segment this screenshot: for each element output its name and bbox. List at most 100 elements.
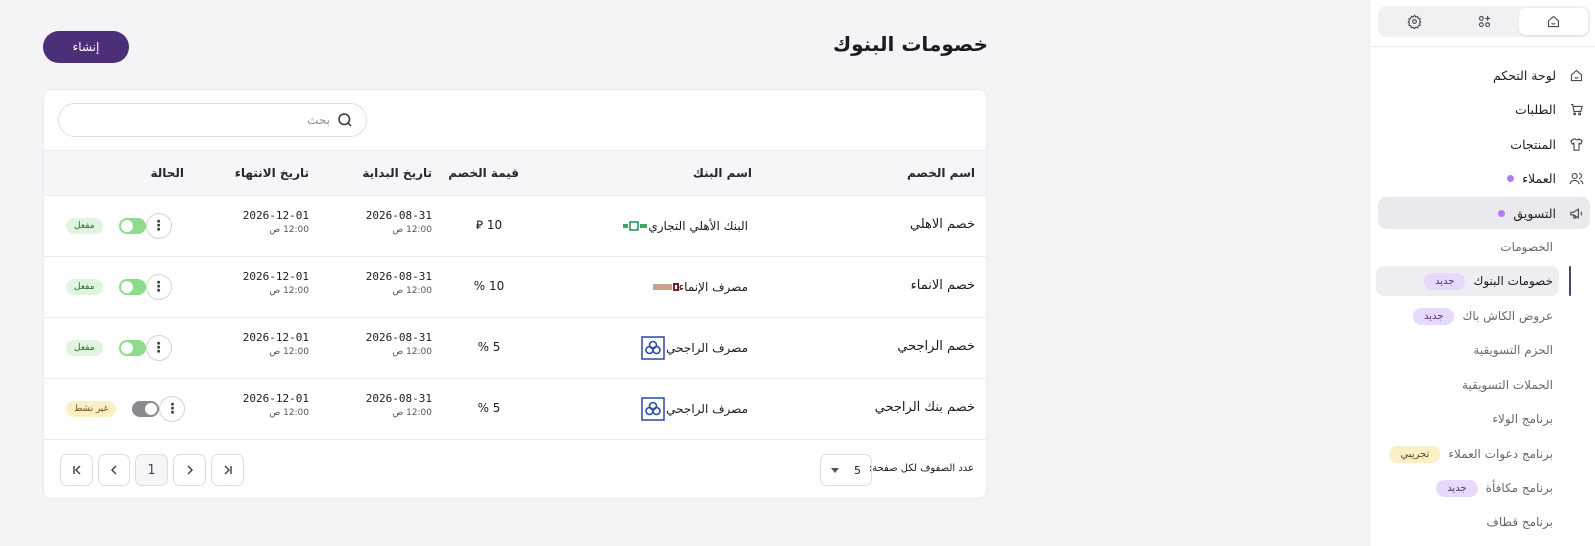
caret-down-icon — [831, 467, 839, 473]
search-input[interactable] — [80, 113, 330, 127]
more-actions-icon[interactable]: ⋮ — [145, 213, 172, 239]
sidebar-item-products[interactable]: المنتجات — [1378, 128, 1590, 160]
sidebar-subitem-label: برنامج مكافأة — [1485, 481, 1553, 495]
status-badge: مفعل — [66, 279, 103, 295]
discount-name: خصم الانماء — [910, 278, 975, 293]
sidebar-subitem-cashback[interactable]: عروض الكاش باك جديد — [1381, 301, 1561, 331]
page-button-current[interactable]: 1 — [135, 454, 168, 486]
header-bank-name: اسم البنك — [692, 166, 752, 180]
sidebar-subitem-referrals[interactable]: برنامج دعوات العملاء تجريبي — [1381, 439, 1561, 469]
end-date: 2026-12-01 12:00 ص — [243, 331, 309, 357]
sidebar-item-label: التسويق — [1513, 205, 1556, 221]
discount-value: 10 ⃁ — [475, 218, 503, 232]
sidebar-subitem-label: خصومات البنوك — [1473, 274, 1553, 288]
discount-name: خصم بنك الراجحي — [874, 400, 975, 415]
start-date: 2026-08-31 12:00 ص — [366, 270, 432, 296]
table-row[interactable]: خصم الاهلي البنك الأهلي التجاري 10 ⃁ 202… — [44, 196, 986, 257]
alahli-logo-icon — [622, 213, 648, 239]
toggle-knob — [120, 281, 133, 293]
home-icon — [1562, 68, 1590, 83]
sidebar-item-marketing[interactable]: التسويق — [1378, 197, 1590, 229]
bank-cell: مصرف الراجحي — [628, 396, 748, 422]
more-actions-icon[interactable]: ⋮ — [145, 335, 172, 361]
start-date: 2026-08-31 12:00 ص — [366, 209, 432, 235]
status-toggle[interactable] — [118, 279, 146, 295]
sidebar-item-label: العملاء — [1522, 170, 1556, 186]
end-time-value: 12:00 ص — [269, 286, 309, 296]
end-date-value: 2026-12-01 — [242, 331, 309, 344]
status-toggle[interactable] — [118, 218, 146, 234]
table-row[interactable]: خصم بنك الراجحي مصرف الراجحي 5 % 2026-08… — [44, 379, 986, 440]
sidebar-subitem-qitaf[interactable]: برنامج قطاف — [1381, 507, 1561, 537]
last-page-icon — [223, 465, 232, 475]
discount-value: 5 % — [477, 401, 501, 415]
table-row[interactable]: خصم الراجحي مصرف الراجحي 5 % 2026-08-31 … — [44, 318, 986, 379]
new-badge: جديد — [1423, 272, 1466, 290]
more-actions-icon[interactable]: ⋮ — [145, 274, 172, 300]
status-cell: ⋮ مفعل — [58, 213, 172, 239]
end-time-value: 12:00 ص — [269, 347, 309, 357]
tab-home[interactable] — [1518, 8, 1588, 35]
sidebar-subitem-label: الخصومات — [1500, 240, 1553, 254]
sidebar-subitem-bank-discounts[interactable]: خصومات البنوك جديد — [1376, 266, 1559, 296]
header-discount-name: اسم الخصم — [906, 166, 975, 180]
table-header: اسم الخصم اسم البنك قيمة الخصم تاريخ الب… — [44, 150, 986, 196]
shirt-icon — [1562, 137, 1590, 152]
notification-dot — [1507, 174, 1515, 182]
last-page-button[interactable] — [211, 454, 244, 486]
sidebar-item-dashboard[interactable]: لوحة التحكم — [1378, 59, 1590, 91]
rows-per-page-value: 5 — [854, 463, 861, 477]
more-actions-icon[interactable]: ⋮ — [159, 396, 186, 422]
alrajhi-logo-icon — [640, 335, 666, 361]
apps-icon — [1478, 15, 1490, 28]
next-page-button[interactable] — [173, 454, 206, 486]
sidebar-subitem-bundles[interactable]: الحزم التسويقية — [1381, 335, 1561, 365]
sidebar-subitem-rewards[interactable]: برنامج مكافأة جديد — [1381, 473, 1561, 503]
status-toggle[interactable] — [132, 401, 160, 417]
start-time-value: 12:00 ص — [392, 347, 432, 357]
discount-value: 5 % — [477, 340, 501, 354]
end-date-value: 2026-12-01 — [242, 209, 309, 222]
sidebar-item-customers[interactable]: العملاء — [1378, 162, 1590, 194]
new-badge: جديد — [1436, 479, 1478, 497]
start-date-value: 2026-08-31 — [365, 392, 432, 405]
bank-cell: البنك الأهلي التجاري — [610, 213, 748, 239]
status-badge: مفعل — [66, 218, 103, 234]
search-icon — [338, 113, 352, 127]
start-date-value: 2026-08-31 — [365, 270, 432, 283]
sidebar-item-orders[interactable]: الطلبات — [1378, 93, 1590, 125]
bank-name: البنك الأهلي التجاري — [648, 219, 748, 233]
discount-name: خصم الراجحي — [897, 339, 975, 354]
rows-per-page-select[interactable]: 5 — [820, 454, 872, 486]
status-toggle[interactable] — [118, 340, 146, 356]
rows-per-page-label: عدد الصفوف لكل صفحة: — [868, 463, 974, 474]
status-cell: ⋮ غير نشط — [58, 396, 186, 422]
prev-page-button[interactable] — [98, 454, 130, 486]
toggle-knob — [145, 403, 158, 415]
toggle-knob — [120, 220, 133, 232]
search-box[interactable] — [58, 103, 367, 137]
new-badge: جديد — [1413, 307, 1455, 325]
create-button[interactable]: إنشاء — [43, 31, 129, 63]
bank-cell: مصرف الإنماء — [641, 274, 748, 300]
home-icon — [1547, 15, 1559, 28]
bank-name: مصرف الإنماء — [678, 280, 748, 294]
status-cell: ⋮ مفعل — [58, 335, 172, 361]
alrajhi-logo-icon — [640, 396, 666, 422]
tab-apps[interactable] — [1449, 8, 1518, 35]
bank-name: مصرف الراجحي — [666, 341, 748, 355]
sidebar-item-label: لوحة التحكم — [1492, 67, 1556, 83]
tab-settings[interactable] — [1380, 8, 1449, 35]
start-date-value: 2026-08-31 — [365, 209, 432, 222]
sidebar-subitem-loyalty[interactable]: برنامج الولاء — [1381, 404, 1561, 434]
first-page-button[interactable] — [60, 454, 93, 486]
end-date-value: 2026-12-01 — [242, 270, 309, 283]
sidebar-item-label: الطلبات — [1514, 101, 1556, 117]
table-row[interactable]: خصم الانماء مصرف الإنماء 10 % 2026-08-31… — [44, 257, 986, 318]
sidebar-subitem-label: برنامج دعوات العملاء — [1448, 447, 1553, 461]
sidebar-subitem-campaigns[interactable]: الحملات التسويقية — [1381, 370, 1561, 400]
megaphone-icon — [1562, 206, 1590, 221]
header-start-date: تاريخ البداية — [362, 166, 432, 180]
sidebar-subitem-discounts[interactable]: الخصومات — [1381, 232, 1561, 262]
start-time-value: 12:00 ص — [392, 225, 432, 235]
